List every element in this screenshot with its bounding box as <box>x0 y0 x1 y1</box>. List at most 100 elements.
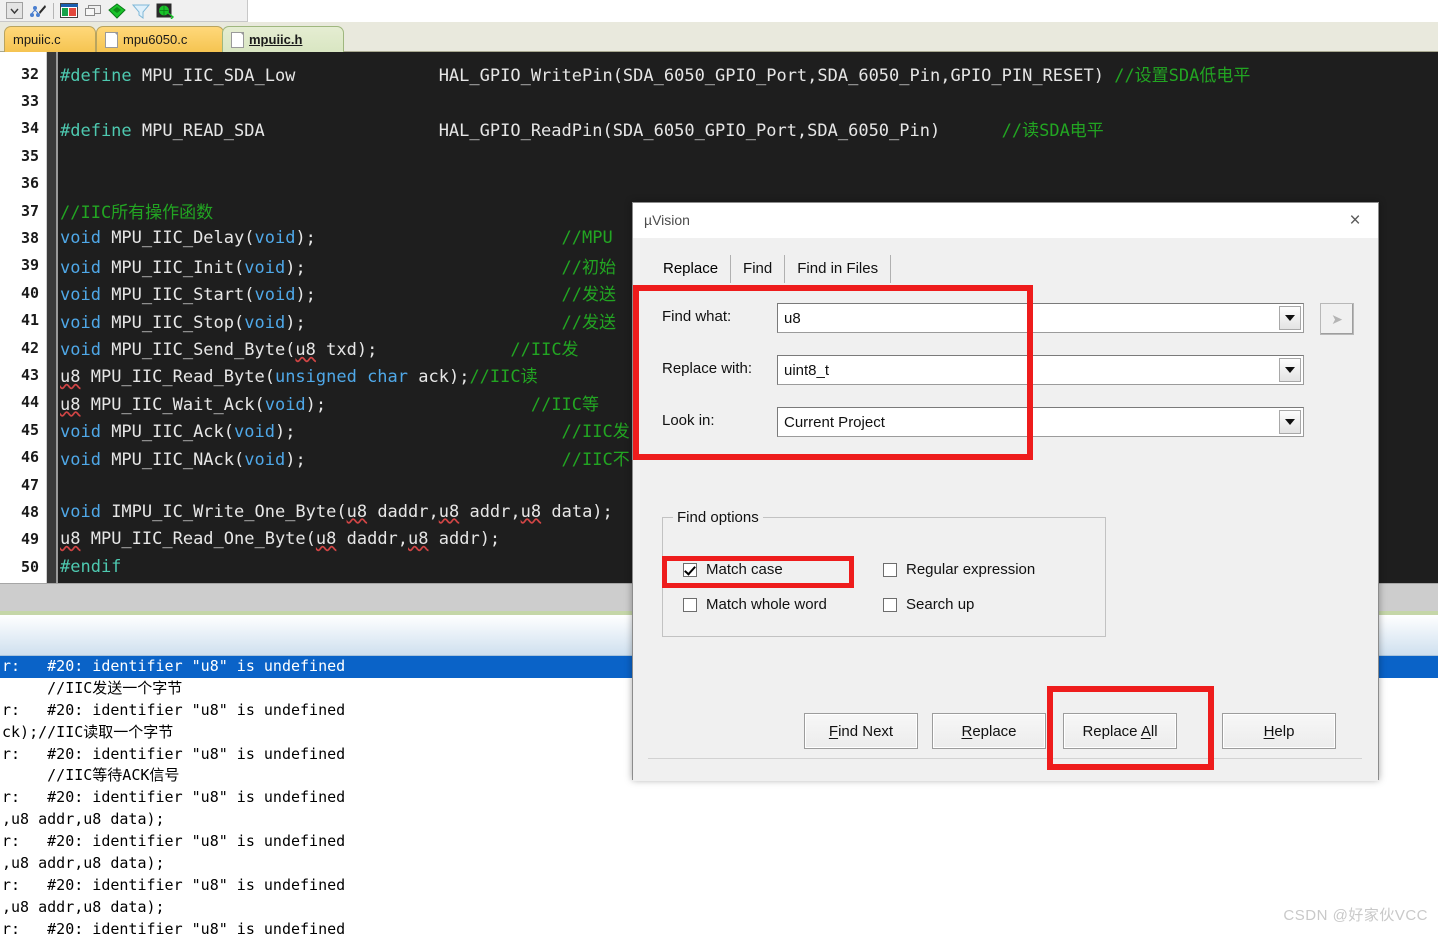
code-line-text: void MPU_IIC_Send_Byte(u8 txd); //IIC发 <box>60 340 579 361</box>
document-icon <box>105 31 118 48</box>
checkbox-label: Match case <box>706 561 783 578</box>
tab-label: mpu6050.c <box>123 32 188 47</box>
line-number: 40 <box>20 283 39 302</box>
code-line-text: #define MPU_READ_SDA HAL_GPIO_ReadPin(SD… <box>60 120 1104 141</box>
accel-h: H <box>1263 722 1275 740</box>
build-output-line[interactable]: ,u8 addr,u8 data); <box>0 809 1438 831</box>
code-line-text: void IMPU_IC_Write_One_Byte(u8 daddr,u8 … <box>60 501 613 522</box>
look-in-select[interactable]: Current Project <box>777 407 1304 437</box>
code-line-text: #define MPU_IIC_SDA_Low HAL_GPIO_WritePi… <box>60 66 1251 87</box>
chevron-down-icon[interactable] <box>2 1 26 21</box>
code-line-text: void MPU_IIC_Stop(void); //发送 <box>60 312 617 333</box>
toolbar-empty-area <box>248 0 1438 22</box>
help-button[interactable]: Help <box>1222 713 1336 749</box>
chevron-down-icon[interactable] <box>1279 306 1301 330</box>
checkbox-match-case[interactable]: Match case <box>683 561 783 578</box>
toolbar <box>0 0 248 22</box>
code-line[interactable]: 36 <box>0 170 1438 197</box>
line-number: 32 <box>20 64 39 83</box>
checkbox-icon[interactable] <box>683 597 697 612</box>
expand-search-button[interactable]: ➤ <box>1320 303 1354 335</box>
line-number: 46 <box>20 448 39 467</box>
line-number: 36 <box>20 174 39 193</box>
find-what-input[interactable]: u8 <box>777 303 1304 333</box>
replace-with-value: uint8_t <box>784 361 830 379</box>
look-in-row: Look in: Current Project <box>662 407 1362 437</box>
build-output-line[interactable]: r: #20: identifier "u8" is undefined <box>0 875 1438 897</box>
code-line[interactable]: 32 #define MPU_IIC_SDA_Low HAL_GPIO_Write… <box>0 60 1438 87</box>
build-output-line[interactable]: r: #20: identifier "u8" is undefined <box>0 831 1438 853</box>
tab-label: mpuiic.h <box>249 32 303 47</box>
project-window-icon[interactable] <box>57 1 81 21</box>
editor-tab-mpu6050-c[interactable]: mpu6050.c <box>96 26 224 52</box>
editor-tab-mpuiic-h[interactable]: mpuiic.h <box>222 26 344 52</box>
help-label: Help <box>1264 723 1295 740</box>
line-number: 49 <box>20 530 39 549</box>
dialog-tab-find-in-files[interactable]: Find in Files <box>785 255 892 283</box>
replace-with-row: Replace with: uint8_t <box>662 355 1362 385</box>
dialog-tab-row: Replace Find Find in Files <box>651 255 892 283</box>
btn-post: ll <box>1150 722 1158 740</box>
books-window-icon[interactable] <box>81 1 105 21</box>
replace-with-label: Replace with: <box>662 360 753 377</box>
chevron-down-icon[interactable] <box>1279 358 1301 382</box>
dialog-title: µVision <box>644 212 690 228</box>
replace-with-input[interactable]: uint8_t <box>777 355 1304 385</box>
scrollbar-thumb[interactable] <box>0 586 620 607</box>
code-line-text: void MPU_IIC_Delay(void); //MPU <box>60 228 623 249</box>
replace-label: Replace <box>961 723 1016 740</box>
dialog-title-bar[interactable]: µVision × <box>633 203 1378 238</box>
code-line-text: u8 MPU_IIC_Read_One_Byte(u8 daddr,u8 add… <box>60 529 501 550</box>
dialog-tab-replace[interactable]: Replace <box>651 255 732 283</box>
dialog-tab-find[interactable]: Find <box>731 255 786 283</box>
uvision-replace-dialog: µVision × Replace Find Find in Files <box>632 202 1379 781</box>
code-line[interactable]: 35 <box>0 142 1438 169</box>
code-line-text: void MPU_IIC_Init(void); //初始 <box>60 257 617 278</box>
find-what-label: Find what: <box>662 308 732 325</box>
checkbox-search-up[interactable]: Search up <box>883 596 974 613</box>
line-number: 44 <box>20 393 39 412</box>
toolbar-separator <box>53 2 54 19</box>
btn-post: eplace <box>972 722 1017 740</box>
checkbox-icon[interactable] <box>683 562 697 577</box>
line-number: 37 <box>20 201 39 220</box>
find-next-button[interactable]: Find Next <box>804 713 918 749</box>
source-browser-icon[interactable] <box>153 1 177 21</box>
line-number: 42 <box>20 338 39 357</box>
replace-button[interactable]: Replace <box>932 713 1046 749</box>
replace-all-button[interactable]: Replace All <box>1063 713 1177 749</box>
build-output-line[interactable]: ,u8 addr,u8 data); <box>0 897 1438 919</box>
watermark: CSDN @好家伙VCC <box>1283 907 1428 924</box>
accel-a: A <box>1140 722 1151 740</box>
code-line[interactable]: 33 <box>0 87 1438 114</box>
functions-window-icon[interactable] <box>105 1 129 21</box>
close-icon[interactable]: × <box>1332 203 1378 238</box>
code-line-text: void MPU_IIC_NAck(void); //IIC不 <box>60 449 630 470</box>
checkbox-icon[interactable] <box>883 562 897 577</box>
checkbox-match-whole-word[interactable]: Match whole word <box>683 596 827 613</box>
chevron-down-icon[interactable] <box>1279 410 1301 434</box>
line-number: 34 <box>20 119 39 138</box>
editor-tab-mpuiic-c[interactable]: mpuiic.c <box>4 26 96 52</box>
line-number: 33 <box>20 92 39 111</box>
templates-window-icon[interactable] <box>129 1 153 21</box>
accel-r: R <box>961 722 973 740</box>
checkbox-regular-expression[interactable]: Regular expression <box>883 561 1035 578</box>
checkbox-icon[interactable] <box>883 597 897 612</box>
code-line-text: u8 MPU_IIC_Wait_Ack(void); //IIC等 <box>60 394 600 415</box>
btn-post: elp <box>1274 722 1295 740</box>
find-options-legend: Find options <box>673 509 763 526</box>
code-line[interactable]: 34 #define MPU_READ_SDA HAL_GPIO_ReadPin(… <box>0 115 1438 142</box>
build-output-line[interactable]: r: #20: identifier "u8" is undefined <box>0 919 1438 935</box>
build-target-icon[interactable] <box>26 1 50 21</box>
code-line-text: void MPU_IIC_Ack(void); //IIC发 <box>60 422 630 443</box>
btn-post: ind Next <box>838 722 894 740</box>
line-number: 45 <box>20 420 39 439</box>
dialog-footer-divider <box>648 758 1362 759</box>
build-output-line[interactable]: r: #20: identifier "u8" is undefined <box>0 787 1438 809</box>
uvision-ide-window: mpuiic.c mpu6050.c mpuiic.h 32 #define MP… <box>0 0 1438 935</box>
build-output-line[interactable]: ,u8 addr,u8 data); <box>0 853 1438 875</box>
line-number: 43 <box>20 365 39 384</box>
look-in-label: Look in: <box>662 412 715 429</box>
checkbox-label: Search up <box>906 596 975 613</box>
